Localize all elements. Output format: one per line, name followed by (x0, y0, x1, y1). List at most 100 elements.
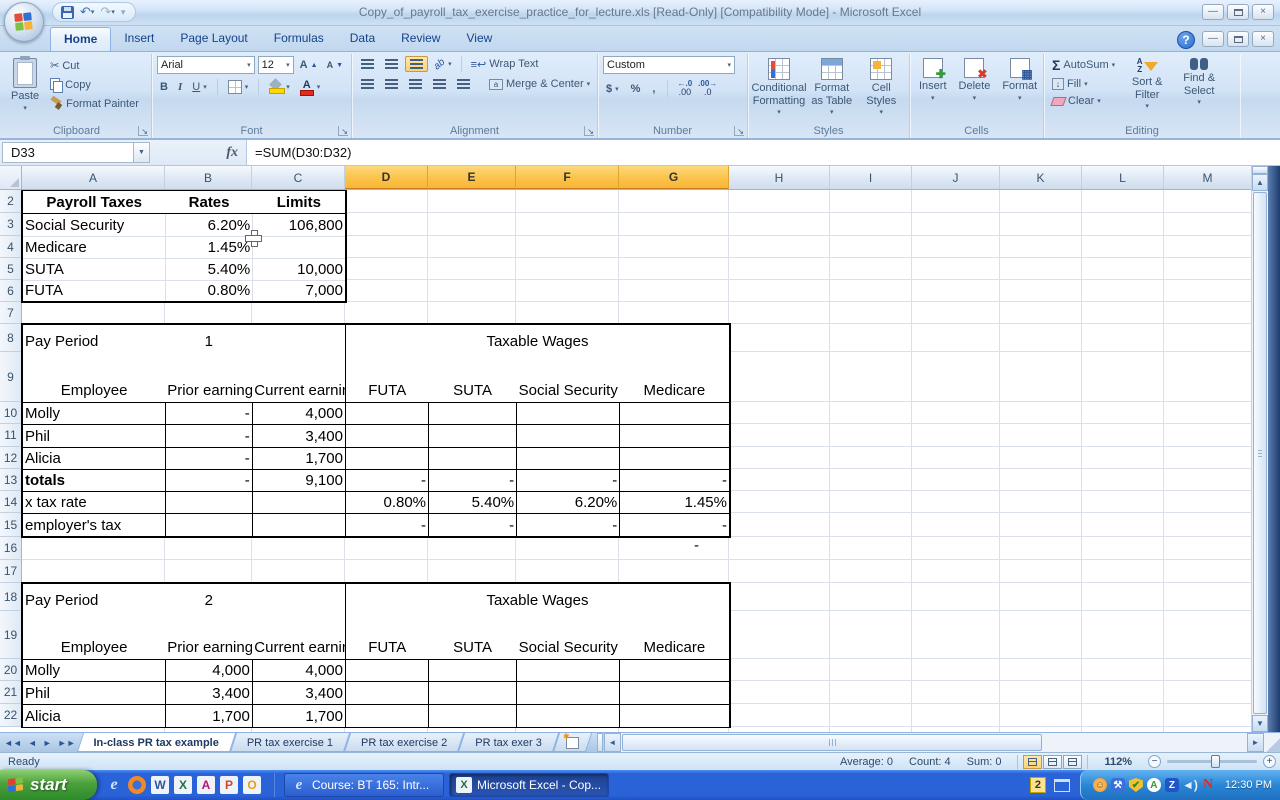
cell-A13[interactable]: totals (22, 469, 165, 491)
cell-C19[interactable]: Current earnings (252, 611, 345, 659)
workbook-close-button[interactable]: × (1252, 31, 1274, 47)
sort-filter-button[interactable]: AZ Sort & Filter▾ (1124, 56, 1170, 113)
ribbon-tab-insert[interactable]: Insert (111, 27, 167, 51)
cell-D12[interactable] (345, 447, 428, 469)
page-break-view-button[interactable] (1063, 755, 1082, 769)
vertical-scrollbar[interactable]: ▲ ▼ (1251, 166, 1268, 732)
zoom-level[interactable]: 112% (1104, 756, 1132, 768)
percent-style-button[interactable]: % (628, 82, 644, 96)
column-header-I[interactable]: I (830, 166, 912, 189)
cell-C5[interactable]: 10,000 (253, 258, 346, 280)
column-header-G[interactable]: G (619, 166, 729, 189)
clear-button[interactable]: Clear▾ (1049, 94, 1118, 108)
scroll-up-button[interactable]: ▲ (1252, 174, 1268, 191)
cell-C11[interactable]: 3,400 (252, 424, 345, 447)
cell-C3[interactable]: 106,800 (253, 213, 346, 236)
column-header-K[interactable]: K (1000, 166, 1082, 189)
select-all-corner[interactable] (0, 166, 22, 189)
restore-button[interactable] (1227, 4, 1249, 20)
cell-B2[interactable]: Rates (165, 190, 252, 213)
row-header-10[interactable]: 10 (0, 402, 22, 424)
cell-A15[interactable]: employer's tax (22, 513, 165, 537)
cell-D10[interactable] (345, 402, 428, 424)
row-header-8[interactable]: 8 (0, 324, 22, 352)
cell-C22[interactable]: 1,700 (252, 704, 345, 727)
cell-B12[interactable]: - (165, 447, 252, 469)
zoom-out-button[interactable]: − (1148, 755, 1161, 768)
number-format-select[interactable]: Custom▾ (603, 56, 735, 74)
conditional-formatting-button[interactable]: Conditional Formatting▾ (753, 56, 805, 119)
decrease-indent-button[interactable] (429, 77, 450, 91)
cell-A18[interactable]: Pay Period (22, 583, 165, 611)
merge-center-button[interactable]: aMerge & Center▾ (486, 77, 593, 91)
column-header-L[interactable]: L (1082, 166, 1164, 189)
cell-A12[interactable]: Alicia (22, 447, 165, 469)
cell-F19[interactable]: Social Security (517, 611, 620, 659)
office-button[interactable] (4, 2, 44, 42)
zoom-slider-thumb[interactable] (1211, 755, 1220, 768)
cell-C8[interactable] (252, 324, 345, 352)
cell-B6[interactable]: 0.80% (165, 280, 252, 302)
internet-explorer-icon[interactable]: e (105, 776, 123, 794)
font-dialog-launcher[interactable]: ↘ (338, 126, 348, 136)
cell-B5[interactable]: 5.40% (165, 258, 252, 280)
format-as-table-button[interactable]: Format as Table▾ (807, 56, 856, 119)
cell-F10[interactable] (517, 402, 620, 424)
cell-G15[interactable]: - (620, 513, 730, 537)
cell-C6[interactable]: 7,000 (253, 280, 346, 302)
ribbon-tab-page-layout[interactable]: Page Layout (167, 27, 260, 51)
zoom-slider-track[interactable] (1167, 760, 1257, 763)
cell-C2[interactable]: Limits (253, 190, 346, 213)
outlook-icon[interactable]: O (243, 776, 261, 794)
column-header-F[interactable]: F (516, 166, 619, 189)
cell-G12[interactable] (620, 447, 730, 469)
zoom-in-button[interactable]: + (1263, 755, 1276, 768)
column-header-E[interactable]: E (428, 166, 516, 189)
align-center-button[interactable] (381, 77, 402, 91)
bottom-align-button[interactable] (405, 56, 428, 72)
name-box-dropdown[interactable]: ▼ (134, 142, 150, 163)
zone-tray-icon[interactable]: Z (1165, 778, 1179, 792)
row-header-13[interactable]: 13 (0, 469, 22, 491)
column-header-D[interactable]: D (345, 166, 428, 189)
word-icon[interactable]: W (151, 776, 169, 794)
row-header-15[interactable]: 15 (0, 513, 22, 537)
cell-D15[interactable]: - (345, 513, 428, 537)
horizontal-scroll-thumb[interactable] (622, 734, 1042, 751)
cell-B19[interactable]: Prior earnings (165, 611, 252, 659)
ribbon-tab-home[interactable]: Home (50, 27, 111, 51)
row-header-21[interactable]: 21 (0, 681, 22, 704)
cell-A4[interactable]: Medicare (22, 236, 165, 258)
cell-A8[interactable]: Pay Period (22, 324, 165, 352)
cell-E19[interactable]: SUTA (429, 611, 517, 659)
row-header-17[interactable]: 17 (0, 560, 22, 583)
cell-D22[interactable] (345, 704, 428, 727)
cell-B18[interactable]: 2 (165, 583, 252, 611)
row-header-11[interactable]: 11 (0, 424, 22, 447)
sheet-tab-3[interactable]: PR tax exercise 2 (347, 733, 461, 752)
cell-G16[interactable]: - (619, 537, 729, 560)
cell-E15[interactable]: - (429, 513, 517, 537)
cell-C15[interactable] (252, 513, 345, 537)
cell-A11[interactable]: Phil (22, 424, 165, 447)
insert-cells-button[interactable]: ✚ Insert▾ (915, 56, 951, 105)
vertical-scroll-thumb[interactable] (1253, 192, 1267, 714)
cell-B13[interactable]: - (165, 469, 252, 491)
cell-E10[interactable] (429, 402, 517, 424)
next-sheet-button[interactable]: ► (43, 738, 52, 748)
cell-E20[interactable] (429, 659, 517, 681)
find-select-button[interactable]: Find & Select▾ (1176, 56, 1222, 113)
cell-styles-button[interactable]: Cell Styles▾ (858, 56, 904, 119)
ribbon-tab-data[interactable]: Data (337, 27, 388, 51)
ribbon-tab-formulas[interactable]: Formulas (261, 27, 337, 51)
cell-D8[interactable]: Taxable Wages (345, 324, 730, 352)
align-left-button[interactable] (357, 77, 378, 91)
underline-button[interactable]: U▾ (189, 80, 209, 94)
page-layout-view-button[interactable] (1043, 755, 1062, 769)
volume-tray-icon[interactable]: ◄) (1183, 778, 1197, 792)
cell-F21[interactable] (517, 681, 620, 704)
cell-G10[interactable] (620, 402, 730, 424)
cell-G9[interactable]: Medicare (620, 352, 730, 402)
cell-A14[interactable]: x tax rate (22, 491, 165, 513)
font-color-button[interactable]: A▾ (297, 79, 324, 95)
